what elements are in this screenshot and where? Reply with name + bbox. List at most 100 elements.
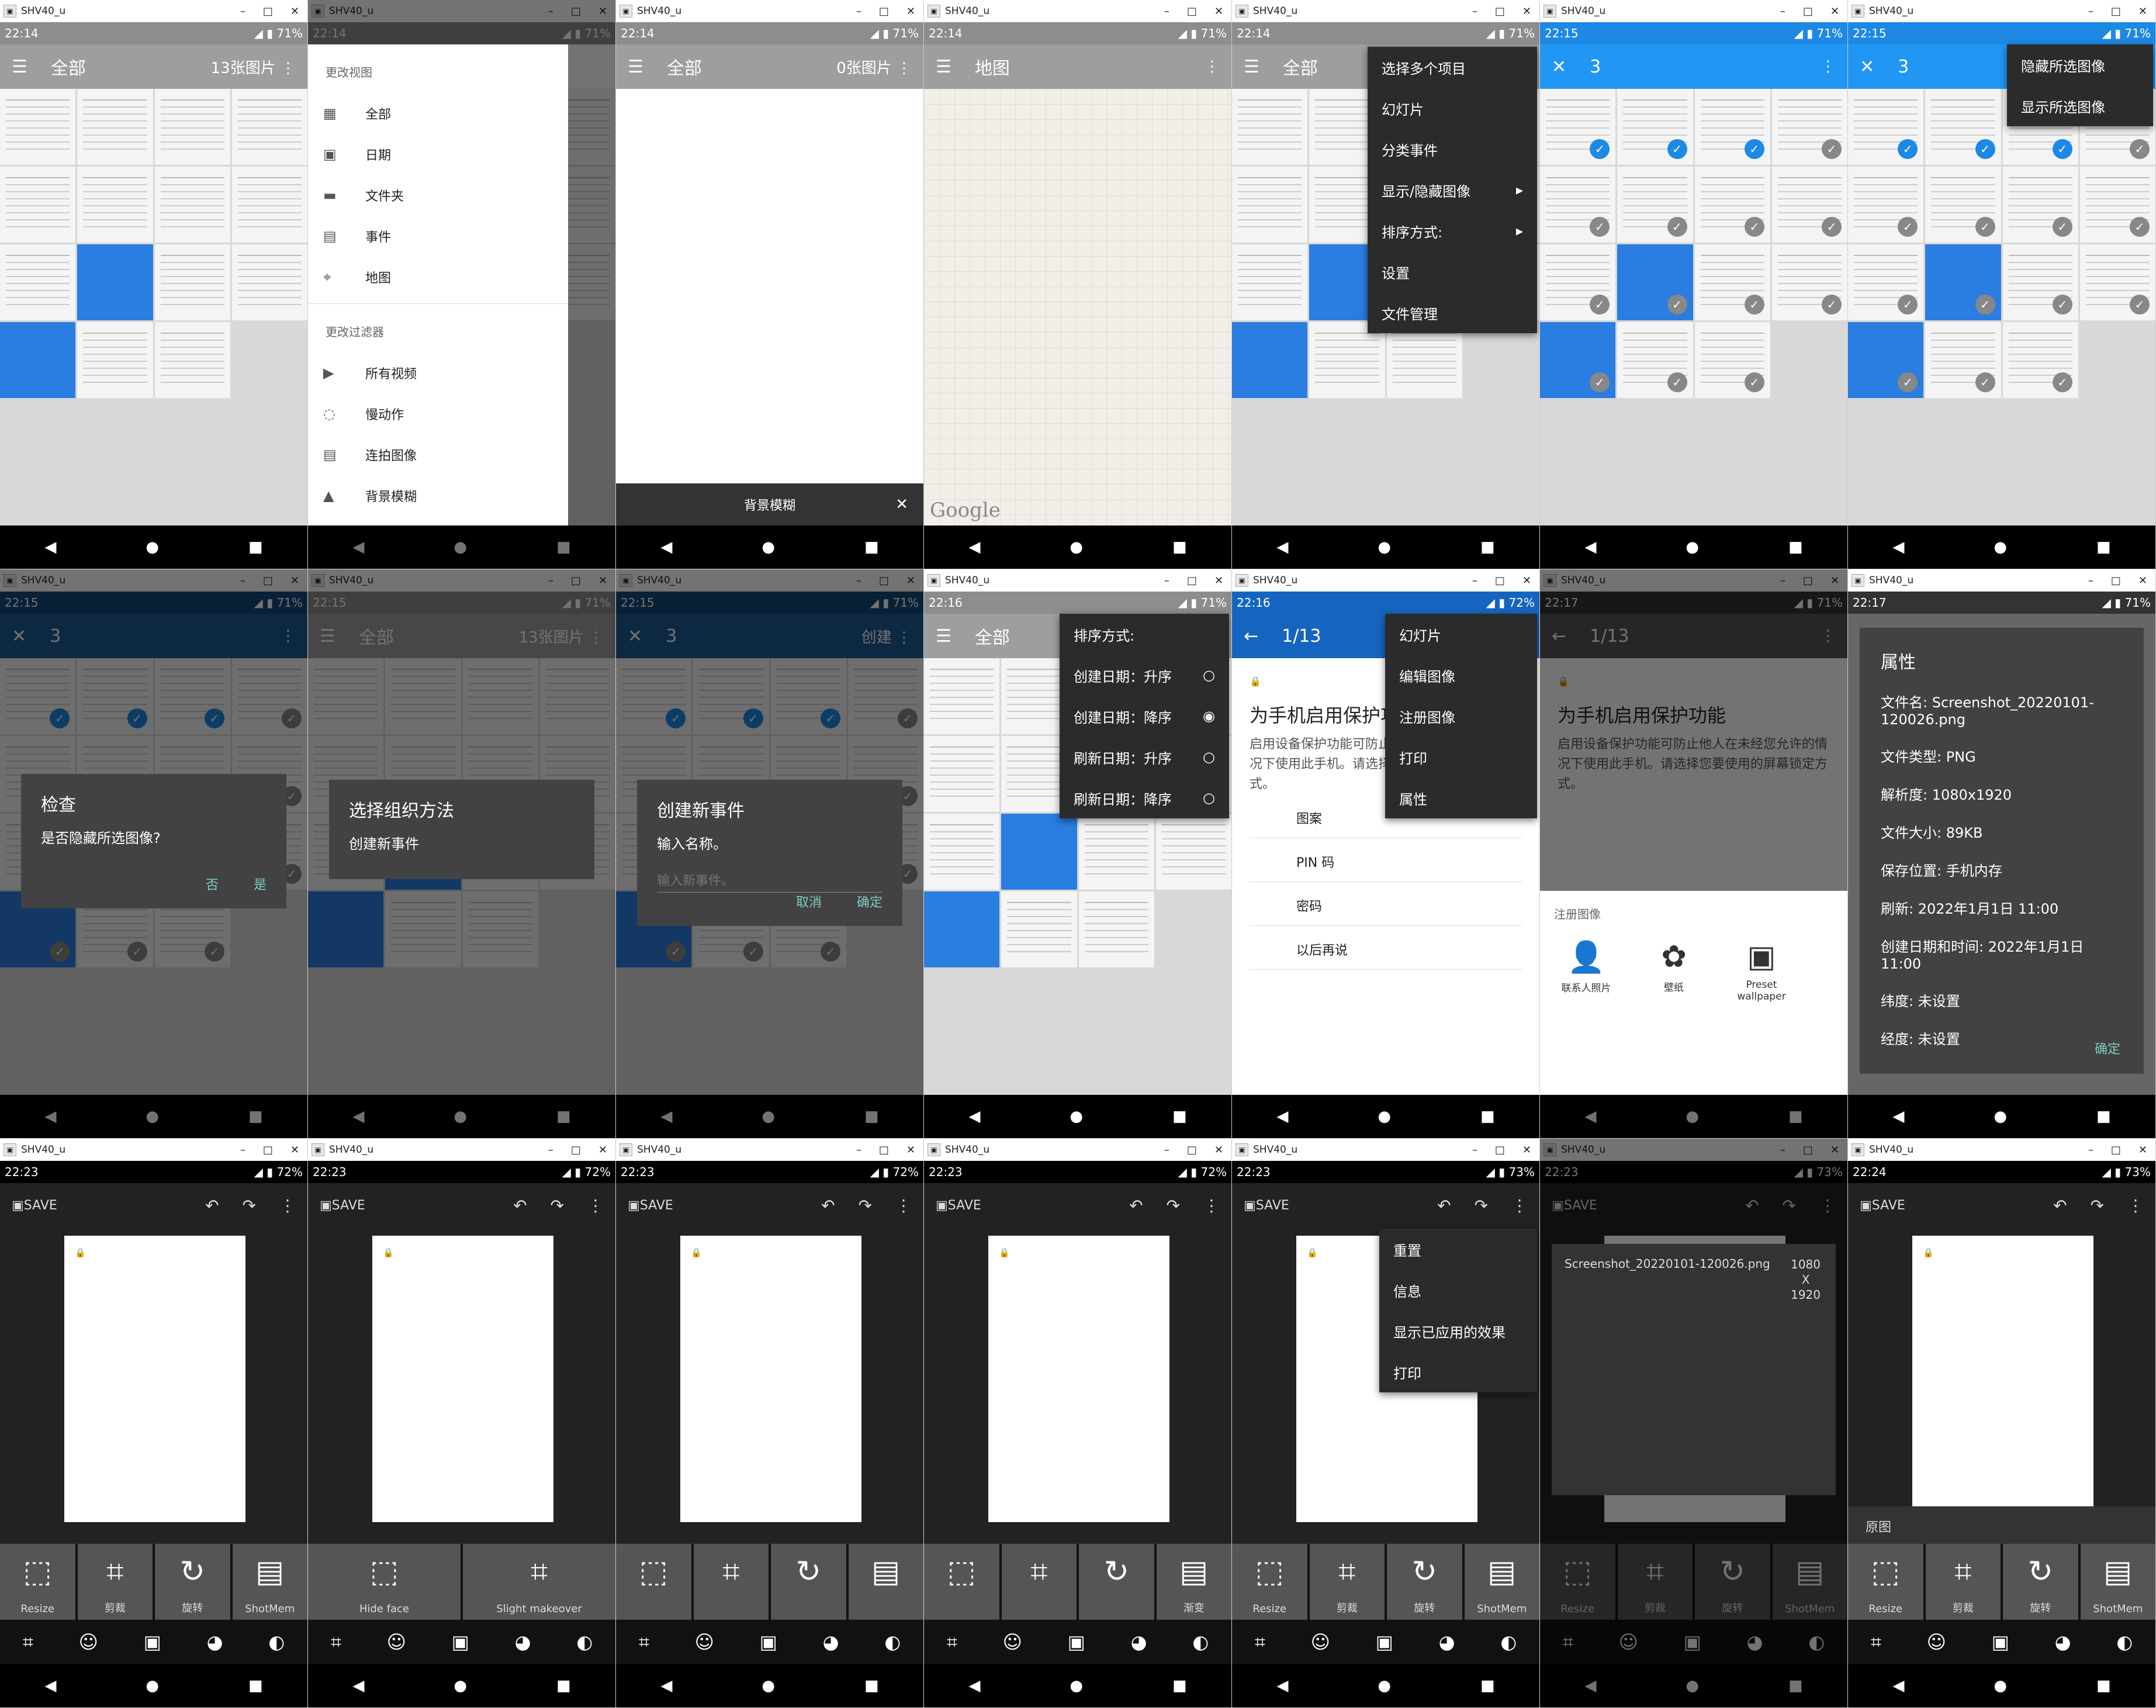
- thumbnail[interactable]: ✓: [1925, 167, 2001, 243]
- back-icon[interactable]: ◀: [1276, 538, 1288, 556]
- crop-tab-icon[interactable]: ⌗: [23, 1631, 33, 1654]
- thumbnail[interactable]: ✓: [2002, 322, 2078, 398]
- check-icon[interactable]: ✓: [1822, 217, 1842, 237]
- thumbnail[interactable]: ✓: [1771, 244, 1847, 320]
- maximize-icon[interactable]: □: [1495, 5, 1505, 18]
- event-name-input[interactable]: [657, 870, 883, 893]
- face-tab-icon[interactable]: ☺: [1003, 1631, 1022, 1653]
- more-icon[interactable]: ⋮: [279, 1196, 296, 1215]
- maximize-icon[interactable]: □: [1187, 575, 1197, 587]
- filter-tab-icon[interactable]: ◕: [207, 1631, 223, 1653]
- thumbnail[interactable]: ✓: [1617, 322, 1693, 398]
- thumbnail[interactable]: [1232, 167, 1308, 243]
- tool-tile[interactable]: ⬚ Resize: [1848, 1544, 1923, 1620]
- register-app[interactable]: ✿ 壁纸: [1642, 939, 1706, 1002]
- menu-item[interactable]: 打印: [1379, 1351, 1537, 1392]
- menu-icon[interactable]: ☰: [1244, 57, 1259, 77]
- undo-icon[interactable]: ↶: [1129, 1196, 1143, 1215]
- back-icon[interactable]: ◀: [1276, 1108, 1288, 1125]
- thumbnail[interactable]: [924, 658, 1000, 734]
- check-icon[interactable]: ✓: [2130, 217, 2150, 237]
- drawer-item[interactable]: ◌ 慢动作: [308, 393, 568, 434]
- maximize-icon[interactable]: □: [263, 1144, 273, 1156]
- tool-tile[interactable]: ⌗ 剪裁: [1925, 1544, 2001, 1620]
- undo-icon[interactable]: ↶: [513, 1196, 527, 1215]
- filter-tab-icon[interactable]: ◕: [515, 1631, 531, 1653]
- thumbnail[interactable]: ✓: [2002, 167, 2078, 243]
- recents-icon[interactable]: ■: [1480, 1677, 1495, 1695]
- check-icon[interactable]: ✓: [1590, 139, 1610, 159]
- thumbnail[interactable]: ✓: [1540, 89, 1616, 165]
- tool-tile[interactable]: ↻ 旋转: [155, 1544, 230, 1620]
- thumbnail[interactable]: ✓: [1848, 89, 1924, 165]
- check-icon[interactable]: ✓: [1744, 295, 1764, 314]
- tool-tile[interactable]: ⌗: [693, 1544, 769, 1620]
- home-icon[interactable]: ●: [762, 1677, 775, 1695]
- minimize-icon[interactable]: –: [1164, 1144, 1169, 1156]
- more-icon[interactable]: ⋮: [276, 60, 296, 77]
- close-icon[interactable]: ✕: [290, 5, 299, 18]
- check-icon[interactable]: ✓: [1822, 139, 1842, 159]
- cancel-button[interactable]: 取消: [796, 892, 822, 911]
- back-icon[interactable]: ◀: [1276, 1677, 1288, 1695]
- minimize-icon[interactable]: –: [548, 1144, 553, 1156]
- minimize-icon[interactable]: –: [2088, 5, 2093, 18]
- frame-tab-icon[interactable]: ▣: [452, 1631, 469, 1653]
- maximize-icon[interactable]: □: [2111, 5, 2121, 18]
- tool-tile[interactable]: ▤ ShotMem: [1464, 1544, 1539, 1620]
- close-icon[interactable]: ✕: [2138, 1144, 2147, 1156]
- thumbnail[interactable]: ✓: [1848, 244, 1924, 320]
- recents-icon[interactable]: ■: [556, 1677, 571, 1695]
- frame-tab-icon[interactable]: ▣: [144, 1631, 161, 1653]
- home-icon[interactable]: ●: [1378, 538, 1391, 556]
- crop-tab-icon[interactable]: ⌗: [639, 1631, 649, 1654]
- recents-icon[interactable]: ■: [1480, 1108, 1495, 1125]
- close-icon[interactable]: ✕: [1830, 5, 1839, 18]
- close-selection-icon[interactable]: ✕: [1552, 57, 1566, 77]
- close-icon[interactable]: ✕: [906, 5, 915, 18]
- check-icon[interactable]: ✓: [2052, 295, 2072, 314]
- home-icon[interactable]: ●: [762, 538, 775, 556]
- adjust-tab-icon[interactable]: ◐: [884, 1631, 901, 1653]
- thumbnail[interactable]: [924, 736, 1000, 812]
- thumbnail[interactable]: ✓: [1848, 167, 1924, 243]
- tool-tile[interactable]: ▤ ShotMem: [2080, 1544, 2155, 1620]
- filter-tab-icon[interactable]: ◕: [823, 1631, 839, 1653]
- drawer-item[interactable]: ▣ 日期: [308, 134, 568, 175]
- home-icon[interactable]: ●: [146, 538, 159, 556]
- check-icon[interactable]: ✓: [1822, 295, 1842, 314]
- back-icon[interactable]: ◀: [1892, 1677, 1904, 1695]
- maximize-icon[interactable]: □: [1495, 575, 1505, 587]
- menu-item[interactable]: 显示/隐藏图像 ▸: [1368, 170, 1537, 210]
- face-tab-icon[interactable]: ☺: [1311, 1631, 1330, 1653]
- thumbnail[interactable]: [154, 244, 230, 320]
- thumbnail[interactable]: ✓: [1771, 167, 1847, 243]
- tool-tile[interactable]: ⌗ Slight makeover: [463, 1544, 615, 1620]
- check-icon[interactable]: ✓: [1590, 217, 1610, 237]
- menu-item[interactable]: 注册图像: [1385, 696, 1537, 737]
- minimize-icon[interactable]: –: [1164, 5, 1169, 18]
- thumbnail[interactable]: [1001, 814, 1077, 890]
- save-button[interactable]: SAVE: [948, 1198, 981, 1213]
- minimize-icon[interactable]: –: [1164, 575, 1169, 587]
- undo-icon[interactable]: ↶: [2053, 1196, 2067, 1215]
- home-icon[interactable]: ●: [1070, 1677, 1083, 1695]
- close-icon[interactable]: ✕: [1214, 5, 1223, 18]
- home-icon[interactable]: ●: [1378, 1108, 1391, 1125]
- minimize-icon[interactable]: –: [856, 1144, 861, 1156]
- close-icon[interactable]: ✕: [1522, 5, 1531, 18]
- snackbar-close-icon[interactable]: ✕: [895, 496, 908, 513]
- crop-tab-icon[interactable]: ⌗: [1871, 1631, 1881, 1654]
- menu-item[interactable]: 重置: [1379, 1229, 1537, 1270]
- more-icon[interactable]: ⋮: [587, 1196, 604, 1215]
- adjust-tab-icon[interactable]: ◐: [268, 1631, 285, 1653]
- check-icon[interactable]: ✓: [1744, 217, 1764, 237]
- thumbnail[interactable]: ✓: [1540, 244, 1616, 320]
- original-label[interactable]: 原图: [1848, 1506, 2155, 1544]
- close-selection-icon[interactable]: ✕: [1860, 57, 1874, 77]
- drawer-item[interactable]: ▶ 所有视频: [308, 352, 568, 393]
- drawer-item[interactable]: ▦ 全部: [308, 93, 568, 134]
- more-icon[interactable]: ⋮: [1821, 58, 1836, 75]
- radio-icon[interactable]: ○: [1203, 749, 1215, 765]
- recents-icon[interactable]: ■: [1480, 538, 1495, 556]
